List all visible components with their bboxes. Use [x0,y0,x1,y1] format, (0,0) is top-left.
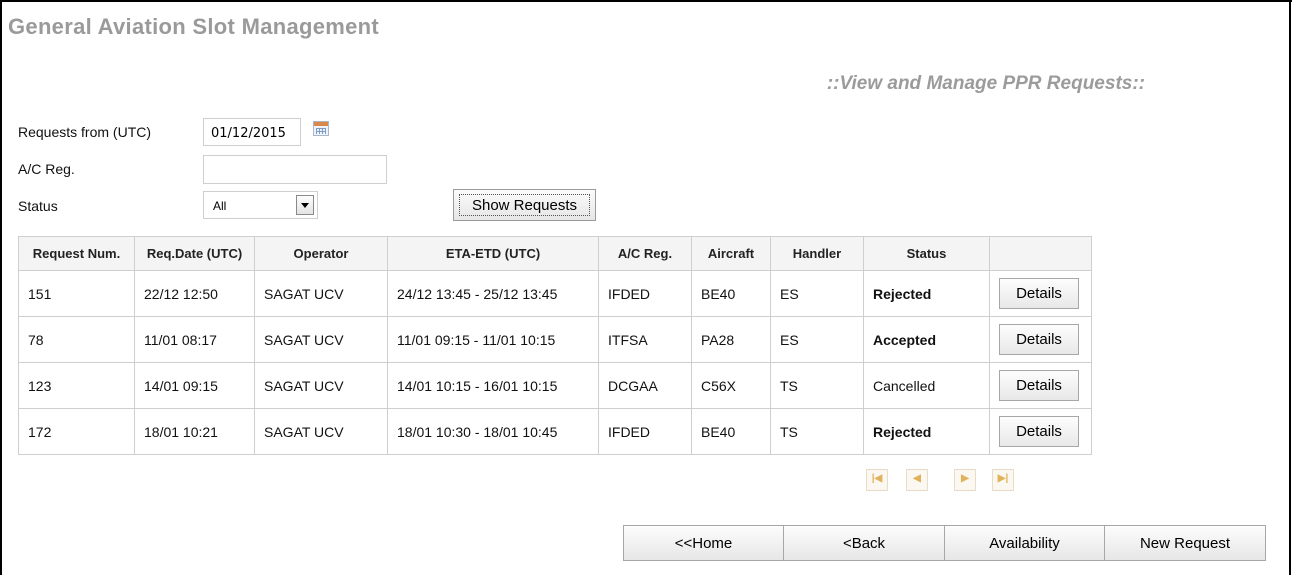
requests-from-date-input[interactable]: 01/12/2015 [203,118,301,146]
cell-ac-reg: DCGAA [598,362,692,409]
cell-ac-reg: IFDED [598,270,692,317]
col-header-eta-etd: ETA-ETD (UTC) [387,236,599,271]
cell-handler: ES [770,270,864,317]
cell-aircraft: C56X [691,362,771,409]
app-title: General Aviation Slot Management [8,14,380,39]
col-header-request-num: Request Num. [18,236,135,271]
table-row: 172 18/01 10:21 SAGAT UCV 18/01 10:30 - … [18,408,1092,455]
status-badge: Rejected [863,270,990,317]
status-badge: Accepted [863,316,990,363]
col-header-req-date: Req.Date (UTC) [134,236,255,271]
cell-aircraft: BE40 [691,270,771,317]
show-requests-button[interactable]: Show Requests [453,189,596,221]
cell-req-date: 11/01 08:17 [134,316,255,363]
details-button[interactable]: Details [999,370,1079,401]
details-button[interactable]: Details [999,278,1079,309]
table-row: 78 11/01 08:17 SAGAT UCV 11/01 09:15 - 1… [18,316,1092,363]
window-border-left [0,0,2,575]
col-header-operator: Operator [254,236,388,271]
ac-reg-input[interactable] [203,155,387,184]
last-page-icon[interactable]: ▶| [992,469,1014,491]
cell-request-num: 123 [18,362,135,409]
show-requests-label: Show Requests [459,194,590,216]
page-subtitle: ::View and Manage PPR Requests:: [826,73,1145,94]
table-header-row: Request Num. Req.Date (UTC) Operator ETA… [18,236,1092,271]
home-button[interactable]: <<Home [623,525,784,561]
table-row: 151 22/12 12:50 SAGAT UCV 24/12 13:45 - … [18,270,1092,317]
status-select[interactable]: All [203,191,318,219]
calendar-icon[interactable] [313,121,329,136]
cell-request-num: 78 [18,316,135,363]
cell-operator: SAGAT UCV [254,408,388,455]
cell-handler: TS [770,408,864,455]
next-page-icon[interactable]: ▶ [954,469,976,491]
cell-eta-etd: 14/01 10:15 - 16/01 10:15 [387,362,599,409]
cell-req-date: 22/12 12:50 [134,270,255,317]
cell-handler: TS [770,362,864,409]
requests-table: Request Num. Req.Date (UTC) Operator ETA… [18,236,1092,455]
cell-operator: SAGAT UCV [254,316,388,363]
status-badge: Cancelled [863,362,990,409]
col-header-handler: Handler [770,236,864,271]
cell-req-date: 18/01 10:21 [134,408,255,455]
availability-button[interactable]: Availability [944,525,1105,561]
status-select-value: All [213,199,227,213]
table-row: 123 14/01 09:15 SAGAT UCV 14/01 10:15 - … [18,362,1092,409]
window-border-right [1289,0,1291,575]
requests-from-label: Requests from (UTC) [18,124,152,140]
cell-eta-etd: 24/12 13:45 - 25/12 13:45 [387,270,599,317]
ac-reg-label: A/C Reg. [18,161,75,177]
cell-req-date: 14/01 09:15 [134,362,255,409]
prev-page-icon[interactable]: ◀ [906,469,928,491]
cell-request-num: 151 [18,270,135,317]
chevron-down-icon[interactable] [296,195,314,215]
cell-aircraft: PA28 [691,316,771,363]
cell-ac-reg: ITFSA [598,316,692,363]
cell-ac-reg: IFDED [598,408,692,455]
cell-operator: SAGAT UCV [254,270,388,317]
cell-eta-etd: 18/01 10:30 - 18/01 10:45 [387,408,599,455]
details-button[interactable]: Details [999,324,1079,355]
cell-aircraft: BE40 [691,408,771,455]
col-header-actions [989,236,1092,271]
col-header-aircraft: Aircraft [691,236,771,271]
new-request-button[interactable]: New Request [1104,525,1266,561]
status-badge: Rejected [863,408,990,455]
status-label: Status [18,198,58,214]
back-button[interactable]: <Back [783,525,945,561]
cell-handler: ES [770,316,864,363]
col-header-ac-reg: A/C Reg. [598,236,692,271]
cell-operator: SAGAT UCV [254,362,388,409]
window-border-top [0,0,1292,2]
col-header-status: Status [863,236,990,271]
cell-eta-etd: 11/01 09:15 - 11/01 10:15 [387,316,599,363]
first-page-icon[interactable]: |◀ [866,469,888,491]
details-button[interactable]: Details [999,416,1079,447]
cell-request-num: 172 [18,408,135,455]
